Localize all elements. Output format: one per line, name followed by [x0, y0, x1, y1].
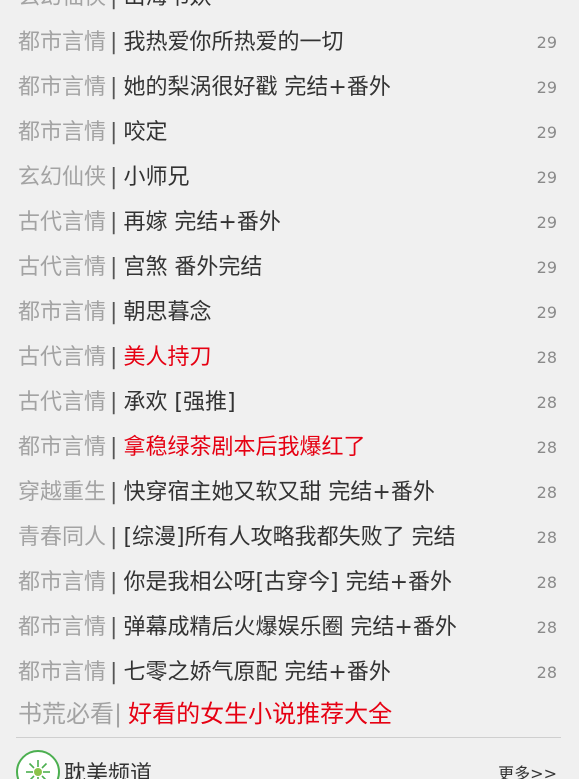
- chapter-count: 28: [536, 573, 557, 592]
- promo-category: 书荒必看: [18, 700, 114, 728]
- category-label[interactable]: 都市言情: [18, 605, 106, 650]
- list-item[interactable]: 玄幻仙侠 | 山海书妖: [18, 0, 557, 20]
- book-title-link[interactable]: 她的梨涡很好戳 完结+番外: [123, 65, 517, 110]
- list-item[interactable]: 都市言情 | 她的梨涡很好戳 完结+番外 29: [18, 65, 557, 110]
- section-divider: [16, 737, 561, 738]
- list-item[interactable]: 穿越重生 | 快穿宿主她又软又甜 完结+番外 28: [18, 470, 557, 515]
- category-label[interactable]: 都市言情: [18, 20, 106, 65]
- category-label[interactable]: 古代言情: [18, 245, 106, 290]
- list-item[interactable]: 玄幻仙侠 | 小师兄 29: [18, 155, 557, 200]
- chapter-count: 29: [536, 213, 557, 232]
- category-label[interactable]: 古代言情: [18, 380, 106, 425]
- list-item[interactable]: 都市言情 | 弹幕成精后火爆娱乐圈 完结+番外 28: [18, 605, 557, 650]
- separator: |: [110, 300, 118, 325]
- separator: |: [110, 570, 118, 595]
- chapter-count: 29: [536, 33, 557, 52]
- chapter-count: 28: [536, 528, 557, 547]
- category-label[interactable]: 都市言情: [18, 110, 106, 155]
- list-item[interactable]: 青春同人 | [综漫]所有人攻略我都失败了 完结 28: [18, 515, 557, 560]
- book-title-link[interactable]: 弹幕成精后火爆娱乐圈 完结+番外: [123, 605, 517, 650]
- promo-title-link[interactable]: 好看的女生小说推荐大全: [128, 700, 392, 728]
- separator: |: [110, 255, 118, 280]
- page: 玄幻仙侠 | 山海书妖 都市言情|我热爱你所热爱的一切29都市言情|她的梨涡很好…: [0, 0, 579, 779]
- chapter-count: 28: [536, 618, 557, 637]
- separator: |: [110, 75, 118, 100]
- book-title-link[interactable]: 山海书妖: [123, 0, 557, 20]
- list-item[interactable]: 古代言情 | 承欢 [强推] 28: [18, 380, 557, 425]
- category-label[interactable]: 都市言情: [18, 290, 106, 335]
- chapter-count: 28: [536, 483, 557, 502]
- list-item[interactable]: 古代言情 | 再嫁 完结+番外 29: [18, 200, 557, 245]
- promo-separator: |: [114, 700, 123, 728]
- category-label[interactable]: 都市言情: [18, 65, 106, 110]
- promo-line[interactable]: 书荒必看| 好看的女生小说推荐大全: [18, 692, 392, 736]
- category-label[interactable]: 都市言情: [18, 560, 106, 605]
- separator: |: [110, 165, 118, 190]
- separator: |: [110, 30, 118, 55]
- list-item[interactable]: 都市言情 | 朝思暮念 29: [18, 290, 557, 335]
- chapter-count: 29: [536, 303, 557, 322]
- book-title-link[interactable]: 朝思暮念: [123, 290, 517, 335]
- chapter-count: 28: [536, 438, 557, 457]
- separator: |: [110, 210, 118, 235]
- separator: |: [106, 0, 123, 20]
- book-title-link[interactable]: 拿稳绿茶剧本后我爆红了: [123, 425, 517, 470]
- separator: |: [110, 660, 118, 685]
- separator: |: [110, 615, 118, 640]
- separator: |: [110, 435, 118, 460]
- chapter-count: 29: [536, 123, 557, 142]
- list-item[interactable]: 都市言情 | 咬定 29: [18, 110, 557, 155]
- separator: |: [110, 480, 118, 505]
- book-title-link[interactable]: 你是我相公呀[古穿今] 完结+番外: [123, 560, 517, 605]
- category-label[interactable]: 穿越重生: [18, 470, 106, 515]
- list-item[interactable]: 古代言情 | 美人持刀 28: [18, 335, 557, 380]
- book-title-link[interactable]: [综漫]所有人攻略我都失败了 完结: [123, 515, 517, 560]
- list-item[interactable]: 都市言情 | 七零之娇气原配 完结+番外 28: [18, 650, 557, 695]
- book-title-link[interactable]: 七零之娇气原配 完结+番外: [123, 650, 517, 695]
- separator: |: [110, 525, 118, 550]
- chapter-count: 29: [536, 258, 557, 277]
- chapter-count: 28: [536, 348, 557, 367]
- separator: |: [110, 390, 118, 415]
- category-label[interactable]: 都市言情: [18, 650, 106, 695]
- list-item[interactable]: 都市言情 | 你是我相公呀[古穿今] 完结+番外 28: [18, 560, 557, 605]
- category-label[interactable]: 都市言情: [18, 425, 106, 470]
- list-item[interactable]: 古代言情 | 宫煞 番外完结 29: [18, 245, 557, 290]
- chapter-count: 28: [536, 663, 557, 682]
- book-title-link[interactable]: 宫煞 番外完结: [123, 245, 517, 290]
- category-label[interactable]: 玄幻仙侠: [18, 155, 106, 200]
- book-title-link[interactable]: 再嫁 完结+番外: [123, 200, 517, 245]
- list-item[interactable]: 都市言情 | 拿稳绿茶剧本后我爆红了 28: [18, 425, 557, 470]
- channel-header: 耽美频道 更多>>: [16, 750, 557, 779]
- category-label[interactable]: 古代言情: [18, 335, 106, 380]
- category-label[interactable]: 青春同人: [18, 515, 106, 560]
- book-title-link[interactable]: 美人持刀: [123, 335, 517, 380]
- channel-title: 耽美频道: [64, 762, 153, 779]
- category-label[interactable]: 古代言情: [18, 200, 106, 245]
- category-label[interactable]: 玄幻仙侠: [18, 0, 106, 20]
- flower-logo-icon: [16, 750, 60, 779]
- book-title-link[interactable]: 咬定: [123, 110, 517, 155]
- separator: |: [110, 345, 118, 370]
- book-title-link[interactable]: 快穿宿主她又软又甜 完结+番外: [123, 470, 517, 515]
- chapter-count: 28: [536, 393, 557, 412]
- more-link[interactable]: 更多>>: [498, 760, 557, 779]
- book-title-link[interactable]: 我热爱你所热爱的一切: [123, 20, 517, 65]
- list-item[interactable]: 都市言情 | 我热爱你所热爱的一切 29: [18, 20, 557, 65]
- chapter-count: 29: [536, 78, 557, 97]
- book-title-link[interactable]: 小师兄: [123, 155, 517, 200]
- separator: |: [110, 120, 118, 145]
- chapter-count: 29: [536, 168, 557, 187]
- book-list: 玄幻仙侠 | 山海书妖 都市言情|我热爱你所热爱的一切29都市言情|她的梨涡很好…: [18, 0, 557, 695]
- book-title-link[interactable]: 承欢 [强推]: [123, 380, 517, 425]
